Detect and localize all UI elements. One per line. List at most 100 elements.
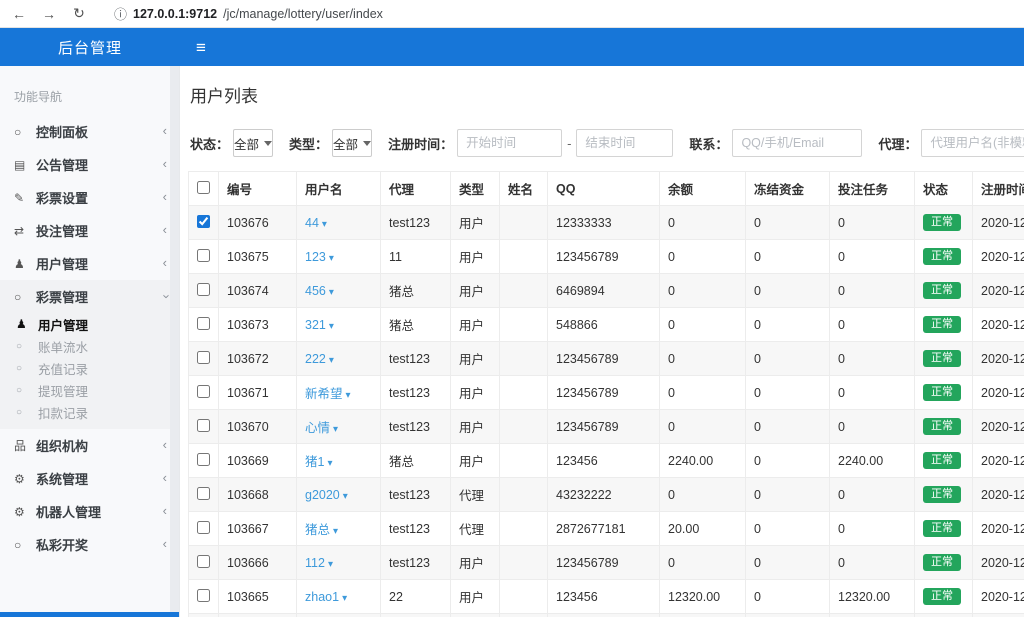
sidebar-item-bet-manage[interactable]: ⇄投注管理‹ (0, 214, 179, 247)
sidebar-item-organization[interactable]: 品组织机构‹ (0, 429, 179, 462)
row-checkbox[interactable] (197, 555, 210, 568)
agent-input[interactable] (921, 129, 1024, 157)
username-dropdown-icon[interactable]: ▾ (329, 355, 334, 366)
username-dropdown-icon[interactable]: ▾ (342, 593, 347, 604)
sidebar-item-label: 系统管理 (36, 469, 163, 488)
username-dropdown-icon[interactable]: ▾ (322, 219, 327, 230)
type-select[interactable]: 全部 (332, 129, 372, 157)
username-dropdown-icon[interactable]: ▾ (333, 424, 338, 435)
regtime-cell: 2020-12-0 (973, 444, 1024, 478)
row-checkbox[interactable] (197, 453, 210, 466)
sidebar-subitem-deduction-records[interactable]: ○扣款记录 (0, 401, 179, 423)
username-link[interactable]: 心情▾ (305, 421, 338, 435)
select-all-checkbox[interactable] (197, 181, 210, 194)
qq-cell: 2872677181 (548, 512, 660, 546)
name-cell (500, 308, 548, 342)
sidebar-item-robot-manage[interactable]: ⚙机器人管理‹ (0, 495, 179, 528)
sidebar-subitem-label: 账单流水 (38, 337, 88, 356)
status-select[interactable]: 全部 (233, 129, 273, 157)
username-dropdown-icon[interactable]: ▾ (329, 321, 334, 332)
row-checkbox[interactable] (197, 521, 210, 534)
sidebar-item-private-lottery[interactable]: ○私彩开奖‹ (0, 528, 179, 561)
back-icon[interactable]: ← (10, 6, 28, 22)
qq-cell: 123456789 (548, 240, 660, 274)
sidebar-subitem-user-manage-sub[interactable]: ♟用户管理 (0, 313, 179, 335)
row-checkbox[interactable] (197, 317, 210, 330)
sidebar-item-system-manage[interactable]: ⚙系统管理‹ (0, 462, 179, 495)
name-cell (500, 342, 548, 376)
sidebar-item-user-manage[interactable]: ♟用户管理‹ (0, 247, 179, 280)
username-dropdown-icon[interactable]: ▾ (346, 390, 351, 401)
username-link[interactable]: 123▾ (305, 250, 334, 264)
sidebar-bottom-strip (0, 612, 179, 617)
row-checkbox[interactable] (197, 589, 210, 602)
sidebar-subitem-recharge-records[interactable]: ○充值记录 (0, 357, 179, 379)
balance-cell: 0 (660, 546, 746, 580)
sidebar-subitem-withdraw-manage[interactable]: ○提现管理 (0, 379, 179, 401)
username-link[interactable]: 44▾ (305, 216, 327, 230)
sidebar-item-control-panel[interactable]: ○控制面板‹ (0, 115, 179, 148)
forward-icon[interactable]: → (40, 6, 58, 22)
username-link[interactable]: 456▾ (305, 284, 334, 298)
status-cell: 正常 (915, 478, 973, 512)
sidebar-item-lottery-manage[interactable]: ○彩票管理‹ (0, 280, 179, 313)
regtime-cell: 2020-12-0 (973, 512, 1024, 546)
sidebar-item-label: 彩票管理 (36, 287, 163, 306)
frozen-cell: 0 (746, 512, 830, 546)
row-checkbox[interactable] (197, 249, 210, 262)
regtime-cell: 2020-12-0 (973, 376, 1024, 410)
row-checkbox[interactable] (197, 351, 210, 364)
row-select-cell (189, 444, 219, 478)
hamburger-icon[interactable]: ≡ (196, 39, 206, 56)
username-link[interactable]: 222▾ (305, 352, 334, 366)
sidebar-subitem-label: 充值记录 (38, 359, 88, 378)
username-dropdown-icon[interactable]: ▾ (343, 491, 348, 502)
username-link[interactable]: g2020▾ (305, 488, 348, 502)
row-checkbox[interactable] (197, 487, 210, 500)
user-id-cell: 103671 (219, 376, 297, 410)
row-checkbox[interactable] (197, 419, 210, 432)
username-link[interactable]: 猪1▾ (305, 455, 332, 469)
start-time-input[interactable] (457, 129, 562, 157)
task-cell: 0 (830, 478, 915, 512)
row-checkbox[interactable] (197, 283, 210, 296)
sidebar-item-notice-manage[interactable]: ▤公告管理‹ (0, 148, 179, 181)
username-link[interactable]: 321▾ (305, 318, 334, 332)
row-select-cell (189, 240, 219, 274)
regtime-cell: 2020-12-0 (973, 240, 1024, 274)
status-cell: 正常 (915, 580, 973, 614)
frozen-cell: 0 (746, 410, 830, 444)
row-select-cell (189, 580, 219, 614)
app-title: 后台管理 (0, 37, 180, 58)
type-cell: 用户 (451, 206, 500, 240)
user-id-cell: 103675 (219, 240, 297, 274)
status-badge: 正常 (923, 520, 961, 537)
qq-cell: 123456 (548, 444, 660, 478)
row-checkbox[interactable] (197, 215, 210, 228)
table-row: 103666112▾test123用户123456789000正常2020-12… (189, 546, 1024, 580)
row-checkbox[interactable] (197, 385, 210, 398)
username-dropdown-icon[interactable]: ▾ (329, 287, 334, 298)
username-dropdown-icon[interactable]: ▾ (329, 253, 334, 264)
sidebar-item-lottery-setting[interactable]: ✎彩票设置‹ (0, 181, 179, 214)
username-dropdown-icon[interactable]: ▾ (327, 458, 332, 469)
reload-icon[interactable]: ↻ (70, 5, 88, 22)
address-bar[interactable]: ⓘ 127.0.0.1:9712/jc/manage/lottery/user/… (114, 4, 383, 23)
username-link[interactable]: 猪总▾ (305, 523, 338, 537)
balance-cell: 0 (660, 206, 746, 240)
username-link[interactable]: 112▾ (305, 556, 333, 570)
sidebar-scrollbar[interactable] (170, 66, 179, 617)
balance-cell: 0 (660, 342, 746, 376)
site-info-icon[interactable]: ⓘ (114, 4, 127, 23)
balance-cell: 11164.00 (660, 614, 746, 617)
status-badge: 正常 (923, 350, 961, 367)
username-link[interactable]: zhao1▾ (305, 590, 347, 604)
username-dropdown-icon[interactable]: ▾ (333, 526, 338, 537)
username-dropdown-icon[interactable]: ▾ (328, 559, 333, 570)
username-link[interactable]: 新希望▾ (305, 387, 351, 401)
sidebar-subitem-bill-flow[interactable]: ○账单流水 (0, 335, 179, 357)
contact-input[interactable] (732, 129, 862, 157)
end-time-input[interactable] (576, 129, 673, 157)
col-balance: 余额 (660, 172, 746, 206)
name-cell (500, 546, 548, 580)
